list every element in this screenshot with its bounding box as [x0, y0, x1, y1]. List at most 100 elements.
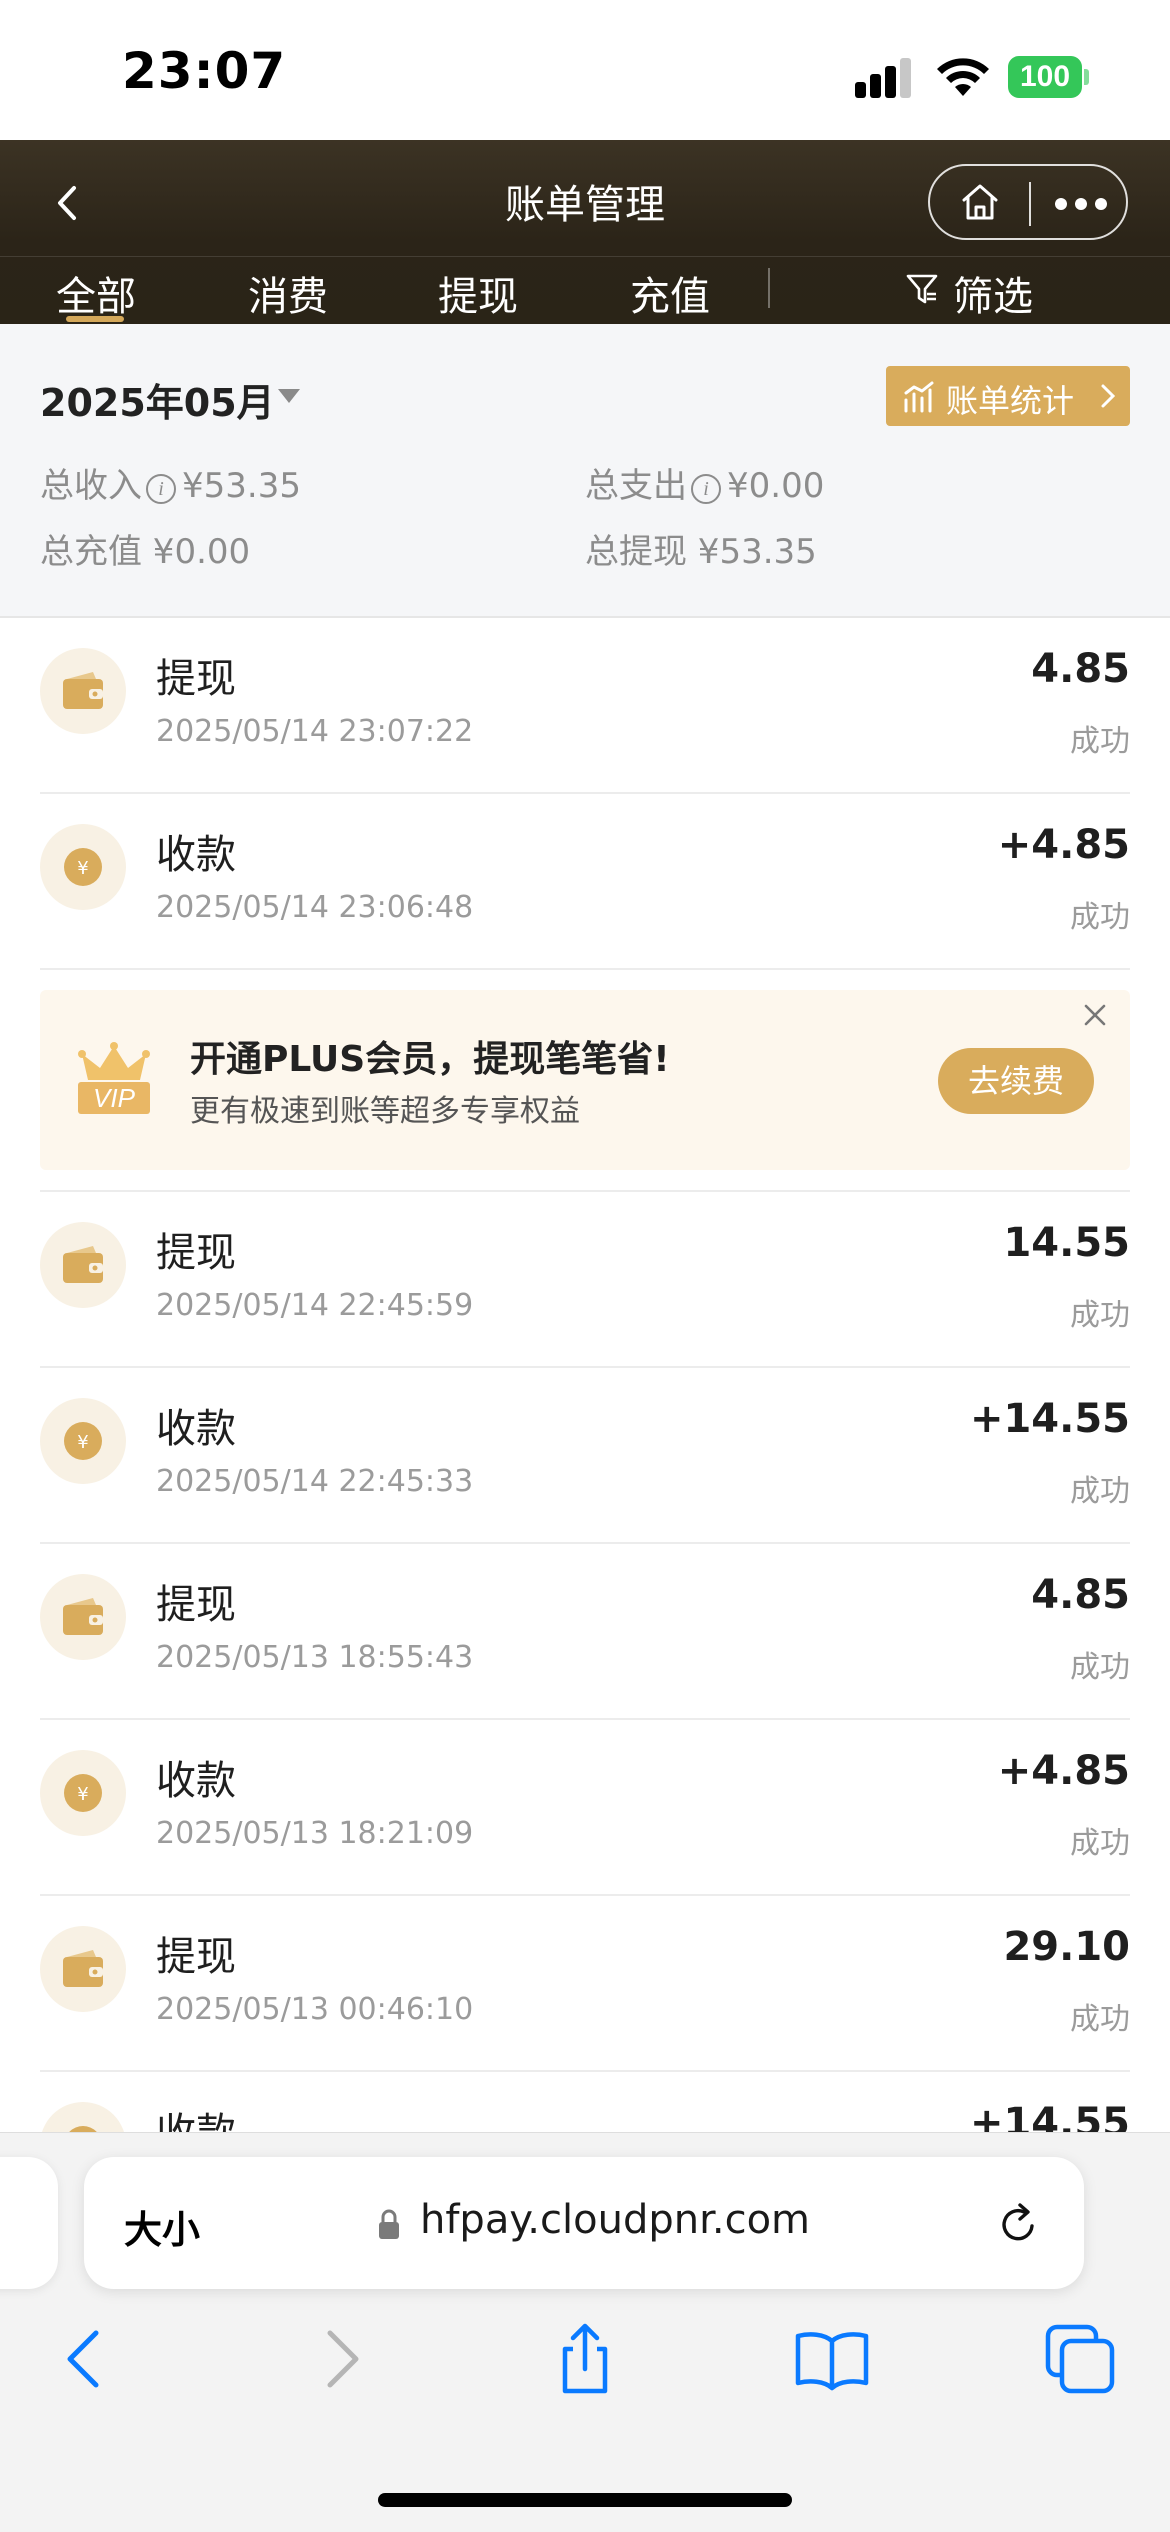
list-item[interactable]: 提现 2025/05/14 23:07:22 4.85 成功 — [0, 618, 1170, 794]
yuan-coin-icon: ¥ — [40, 1750, 126, 1836]
list-item[interactable]: 提现 2025/05/13 00:46:10 29.10 成功 — [0, 1896, 1170, 2072]
record-title: 提现 — [156, 1230, 236, 1276]
cellular-signal-icon — [855, 58, 915, 98]
list-item[interactable]: 提现 2025/05/14 22:45:59 14.55 成功 — [0, 1192, 1170, 1368]
record-time: 2025/05/14 22:45:59 — [156, 1288, 474, 1323]
svg-text:¥: ¥ — [77, 858, 88, 879]
tab-recharge[interactable]: 充值 — [630, 264, 710, 322]
mini-program-capsule — [928, 164, 1128, 240]
renew-button[interactable]: 去续费 — [938, 1048, 1094, 1114]
home-icon[interactable] — [958, 180, 1002, 224]
record-status: 成功 — [1070, 900, 1130, 935]
record-amount: 29.10 — [1003, 1924, 1130, 1970]
monthly-summary: 2025年05月 账单统计 总收入 i ¥53.35 总支出 i ¥0.00 总充值 ¥… — [0, 324, 1170, 616]
bookmarks-icon[interactable] — [792, 2319, 872, 2399]
record-status: 成功 — [1070, 1474, 1130, 1509]
previous-tab-preview[interactable] — [0, 2157, 58, 2289]
record-amount: +14.55 — [969, 1396, 1130, 1442]
app-header: 账单管理 全部 消费 提现 充值 筛选 — [0, 140, 1170, 324]
wallet-icon — [40, 648, 126, 734]
list-item[interactable]: ¥ 收款 2025/05/14 23:06:48 +4.85 成功 — [0, 794, 1170, 970]
browser-bottom-bar: 大小 hfpay.cloudpnr.com — [0, 2132, 1170, 2532]
promo-subtitle: 更有极速到账等超多专享权益 — [190, 1094, 580, 1129]
yuan-coin-icon: ¥ — [40, 824, 126, 910]
address-bar[interactable]: 大小 hfpay.cloudpnr.com — [84, 2157, 1084, 2289]
share-icon[interactable] — [545, 2319, 625, 2399]
record-amount: +4.85 — [997, 1748, 1130, 1794]
total-recharge: 总充值 ¥0.00 — [40, 532, 251, 572]
url-text: hfpay.cloudpnr.com — [420, 2197, 810, 2243]
filter-label: 筛选 — [953, 274, 1033, 320]
wallet-icon — [40, 1574, 126, 1660]
total-income: 总收入 i ¥53.35 — [40, 458, 301, 507]
chart-icon — [904, 381, 934, 413]
active-tab-indicator — [66, 316, 124, 322]
lock-icon — [379, 2209, 399, 2239]
record-amount: 4.85 — [1031, 1572, 1130, 1618]
close-icon[interactable] — [1082, 1002, 1108, 1028]
list-item[interactable]: ¥ 收款 2025/05/14 22:45:33 +14.55 成功 — [0, 1368, 1170, 1544]
chevron-right-icon — [1101, 384, 1116, 408]
bill-statistics-label: 账单统计 — [946, 382, 1075, 420]
battery-level: 100 — [1008, 56, 1082, 98]
record-time: 2025/05/13 00:46:10 — [156, 1992, 474, 2027]
more-icon[interactable] — [1055, 198, 1107, 210]
record-time: 2025/05/14 22:45:33 — [156, 1464, 474, 1499]
month-selector[interactable]: 2025年05月 — [40, 372, 275, 427]
tab-consume[interactable]: 消费 — [248, 264, 328, 322]
filter-icon — [906, 274, 938, 304]
record-time: 2025/05/13 18:55:43 — [156, 1640, 474, 1675]
record-title: 提现 — [156, 1582, 236, 1628]
record-title: 提现 — [156, 1934, 236, 1980]
battery-icon: 100 — [1008, 56, 1089, 98]
reload-icon[interactable] — [994, 2199, 1044, 2249]
wallet-icon — [40, 1222, 126, 1308]
info-icon[interactable]: i — [146, 474, 176, 504]
total-expense-label: 总支出 — [585, 466, 687, 506]
record-amount: 4.85 — [1031, 646, 1130, 692]
home-indicator — [378, 2493, 792, 2507]
category-tabs: 全部 消费 提现 充值 筛选 — [0, 256, 1170, 324]
wallet-icon — [40, 1926, 126, 2012]
record-time: 2025/05/13 18:21:09 — [156, 1816, 474, 1851]
tab-withdraw[interactable]: 提现 — [438, 264, 518, 322]
record-amount: +14.55 — [969, 2100, 1130, 2132]
record-amount: +4.85 — [997, 822, 1130, 868]
total-withdraw: 总提现 ¥53.35 — [585, 532, 817, 572]
yuan-coin-icon: ¥ — [40, 1398, 126, 1484]
record-title: 收款 — [156, 2100, 236, 2132]
list-item[interactable]: ¥ 收款 +14.55 — [0, 2072, 1170, 2132]
record-title: 收款 — [156, 832, 236, 878]
vip-badge-text: VIP — [93, 1083, 135, 1113]
record-title: 收款 — [156, 1406, 236, 1452]
caret-down-icon[interactable] — [278, 389, 300, 403]
record-time: 2025/05/14 23:07:22 — [156, 714, 474, 749]
status-bar: 23:07 100 — [0, 0, 1170, 140]
total-expense-value: ¥0.00 — [727, 466, 825, 506]
status-time: 23:07 — [122, 42, 287, 100]
promo-title: 开通PLUS会员，提现笔笔省! — [190, 1039, 670, 1080]
record-status: 成功 — [1070, 1650, 1130, 1685]
record-status: 成功 — [1070, 724, 1130, 759]
record-title: 收款 — [156, 1758, 236, 1804]
info-icon[interactable]: i — [691, 474, 721, 504]
record-status: 成功 — [1070, 2002, 1130, 2037]
text-size-button[interactable]: 大小 — [124, 2199, 200, 2254]
svg-text:¥: ¥ — [77, 1432, 88, 1453]
tab-all[interactable]: 全部 — [56, 264, 136, 322]
yuan-coin-icon: ¥ — [40, 2102, 126, 2132]
back-nav-icon[interactable] — [46, 2319, 126, 2399]
list-item[interactable]: ¥ 收款 2025/05/13 18:21:09 +4.85 成功 — [0, 1720, 1170, 1896]
total-income-label: 总收入 — [40, 466, 142, 506]
tabs-icon[interactable] — [1040, 2319, 1120, 2399]
record-amount: 14.55 — [1003, 1220, 1130, 1266]
svg-text:¥: ¥ — [77, 1784, 88, 1805]
total-income-value: ¥53.35 — [182, 466, 301, 506]
record-time: 2025/05/14 23:06:48 — [156, 890, 474, 925]
bill-statistics-button[interactable]: 账单统计 — [886, 366, 1130, 426]
plus-membership-banner[interactable]: VIP 开通PLUS会员，提现笔笔省! 更有极速到账等超多专享权益 去续费 — [40, 990, 1130, 1170]
list-item[interactable]: 提现 2025/05/13 18:55:43 4.85 成功 — [0, 1544, 1170, 1720]
record-status: 成功 — [1070, 1826, 1130, 1861]
forward-nav-icon[interactable] — [300, 2319, 380, 2399]
total-expense: 总支出 i ¥0.00 — [585, 458, 824, 507]
